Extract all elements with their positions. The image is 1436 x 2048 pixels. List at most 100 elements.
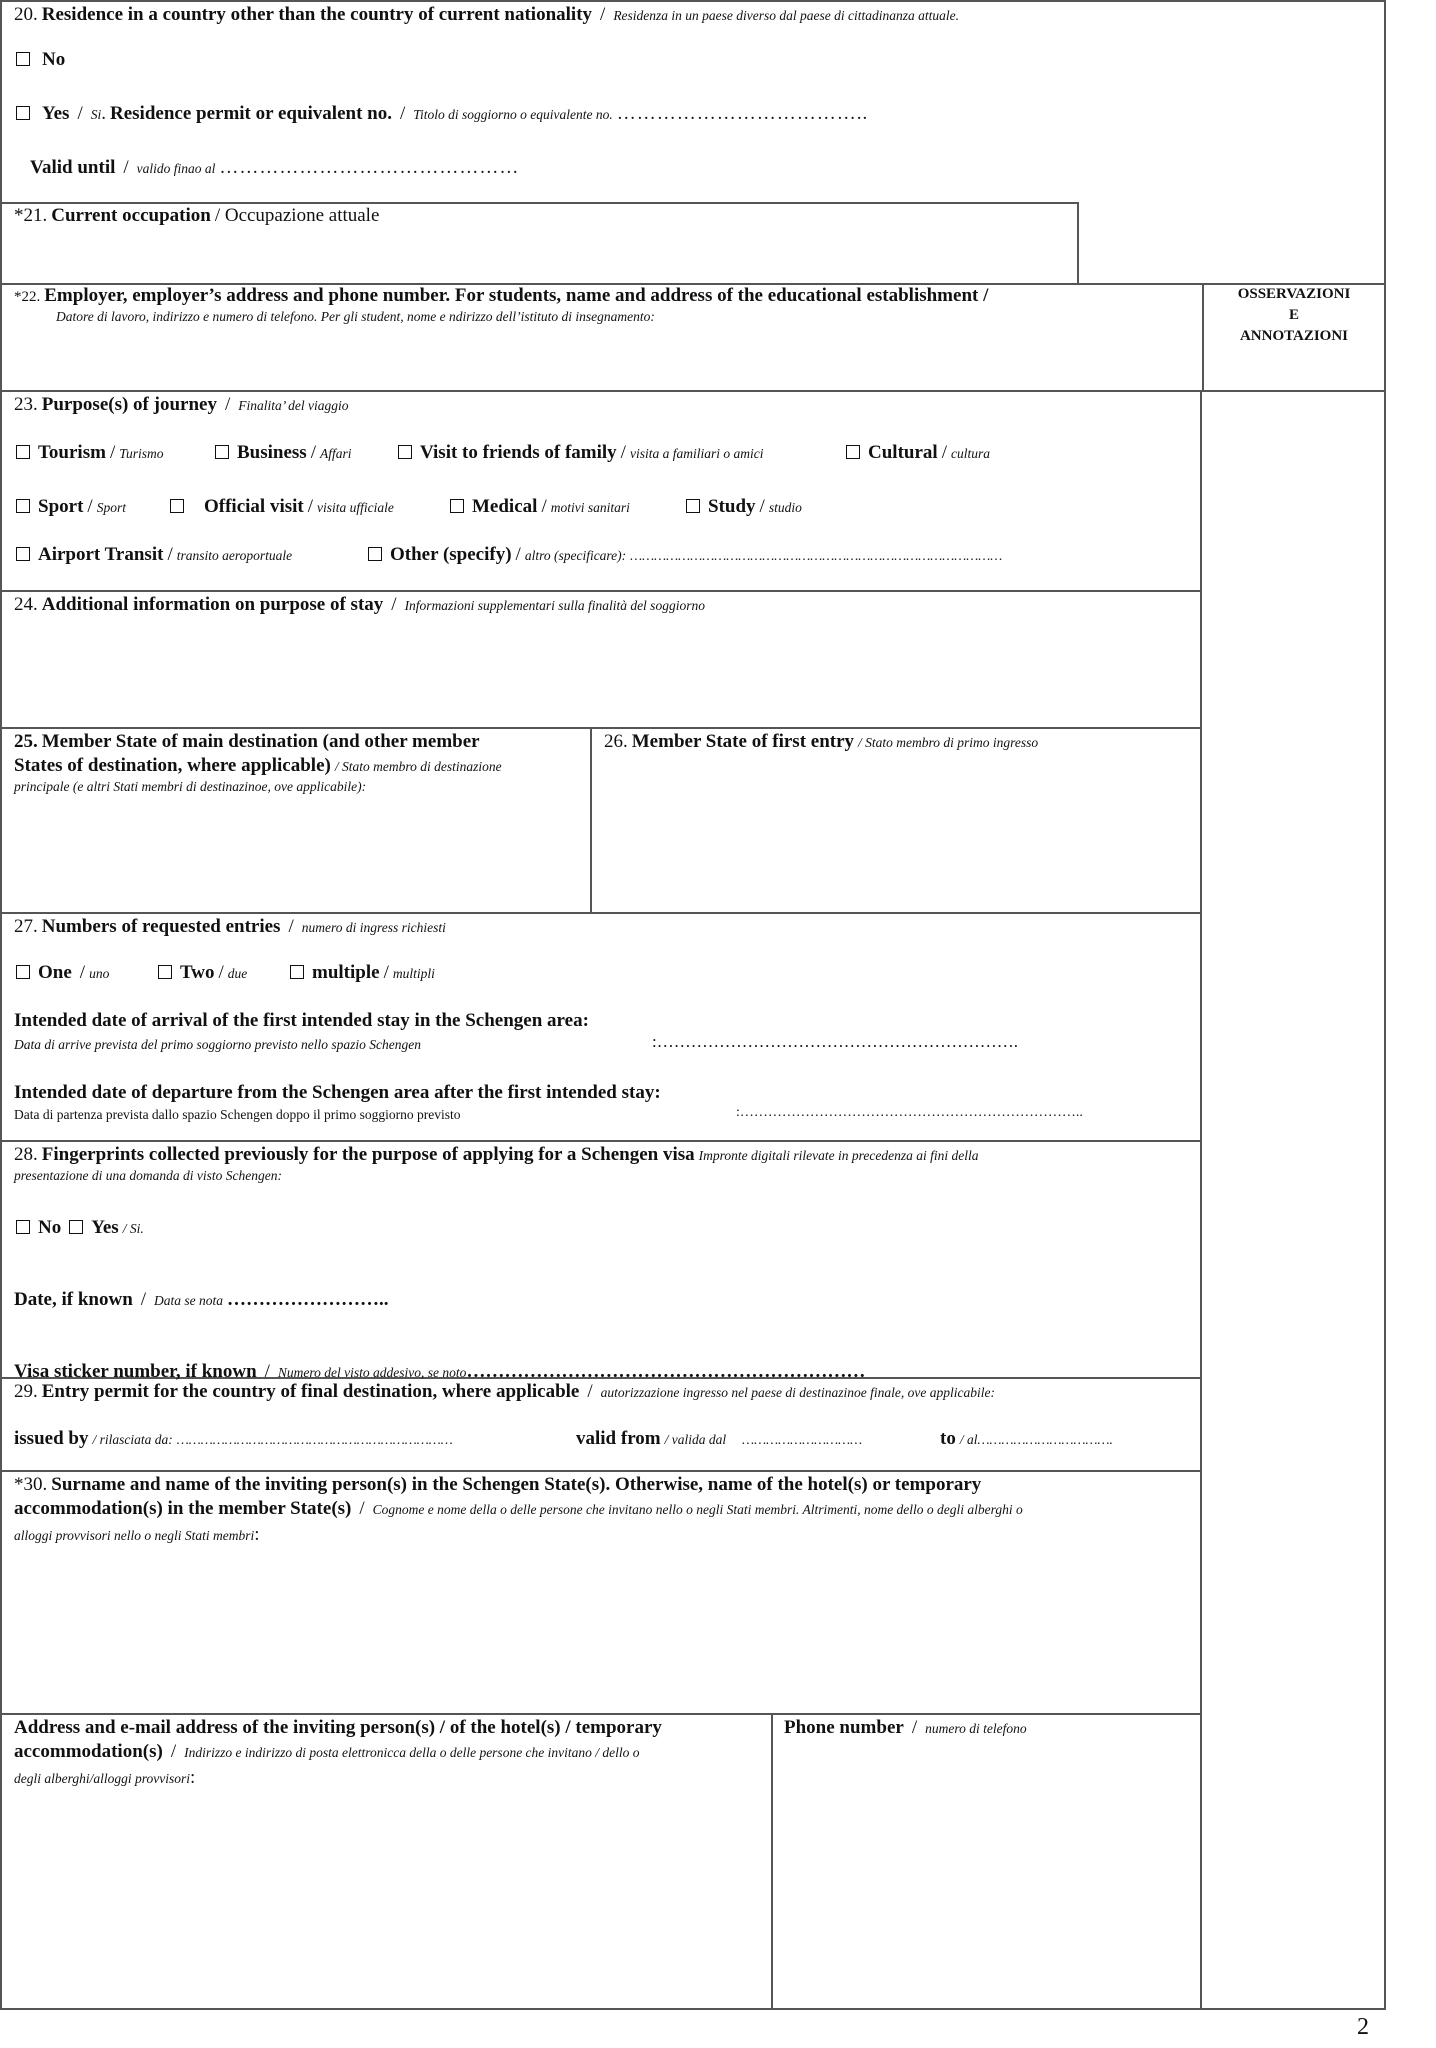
- purpose-option-sport[interactable]: Sport / Sport: [16, 496, 126, 518]
- address-heading-line-3: degli alberghi/alloggi provvisori:: [14, 1767, 195, 1789]
- section-30-heading-line-3: alloggi provvisori nello o negli Stati m…: [14, 1524, 260, 1546]
- option-label-it: visita ufficiale: [317, 500, 394, 515]
- entries-option-two[interactable]: Two / due: [158, 962, 247, 984]
- checkbox-icon[interactable]: [686, 499, 700, 513]
- fingerprints-option-yes[interactable]: Yes / Si.: [65, 1217, 144, 1238]
- fingerprints-date-field[interactable]: ……………………..: [227, 1289, 389, 1310]
- section-21-title-it: Occupazione attuale: [224, 205, 380, 226]
- phone-title-it: numero di telefono: [925, 1721, 1027, 1736]
- valid-until-field[interactable]: ………………………………………: [219, 157, 519, 178]
- section-27-number: 27.: [14, 916, 38, 937]
- section-24-number: 24.: [14, 594, 38, 615]
- departure-date-field[interactable]: :………………………………………………………………..: [736, 1105, 1083, 1121]
- separator: /: [79, 962, 86, 983]
- option-label-it: Turismo: [119, 446, 164, 461]
- main-destination-field[interactable]: [4, 800, 586, 908]
- additional-info-field[interactable]: [4, 620, 1194, 722]
- phone-field[interactable]: [776, 1745, 1196, 2005]
- purpose-option-other[interactable]: Other (specify) / altro (specificare): …………: [368, 544, 1002, 566]
- section-21-heading: *21. Current occupation / Occupazione at…: [14, 205, 379, 227]
- separator: /: [264, 1361, 270, 1382]
- other-specify-field[interactable]: …………………………………………………………………………………: [630, 548, 1002, 563]
- option-label-it: / Si.: [122, 1221, 144, 1236]
- purpose-option-airport-transit[interactable]: Airport Transit / transito aeroportuale: [16, 544, 292, 566]
- date-label: Date, if known: [14, 1289, 133, 1310]
- option-label: multiple: [312, 962, 380, 983]
- inviting-person-field[interactable]: [4, 1550, 1194, 1708]
- separator: /: [620, 442, 626, 463]
- purpose-option-business[interactable]: Business / Affari: [215, 442, 352, 464]
- checkbox-icon[interactable]: [215, 445, 229, 459]
- annotations-heading-line-3: ANNOTAZIONI: [1239, 328, 1349, 344]
- purpose-option-visit-friends-family[interactable]: Visit to friends of family / visita a fami…: [398, 442, 763, 464]
- section-30-title-line-2: accommodation(s) in the member State(s): [14, 1498, 352, 1519]
- address-heading-line-2: accommodation(s) / Indirizzo e indirizzo…: [14, 1741, 640, 1763]
- valid-to-field[interactable]: …………………………….: [977, 1432, 1112, 1447]
- visa-sticker-field[interactable]: ………………………………………………………: [466, 1361, 865, 1382]
- checkbox-icon[interactable]: [16, 1220, 30, 1234]
- current-occupation-field[interactable]: [4, 230, 1074, 280]
- purpose-option-cultural[interactable]: Cultural / cultura: [846, 442, 990, 464]
- permit-number-field[interactable]: ………………………………..: [617, 103, 869, 124]
- separator: /: [77, 103, 83, 124]
- separator: /: [109, 442, 116, 463]
- checkbox-icon[interactable]: [16, 547, 30, 561]
- checkbox-icon[interactable]: [16, 106, 30, 120]
- section-29-title-it: autorizzazione ingresso nel paese di des…: [600, 1385, 995, 1400]
- option-label-it: altro (specificare):: [524, 548, 627, 563]
- entries-option-multiple[interactable]: multiple / multipli: [290, 962, 435, 984]
- checkbox-icon[interactable]: [16, 499, 30, 513]
- employer-field[interactable]: [4, 330, 1194, 386]
- checkbox-icon[interactable]: [170, 499, 184, 513]
- section-30-heading-line-1: *30. Surname and name of the inviting pe…: [14, 1474, 981, 1496]
- checkbox-icon[interactable]: [16, 445, 30, 459]
- section-28-title: Fingerprints collected previously for th…: [41, 1144, 695, 1165]
- checkbox-icon[interactable]: [16, 52, 30, 66]
- arrival-date-field[interactable]: :……………………………………………………….: [652, 1032, 1018, 1052]
- section-30-title-it-b: alloggi provvisori nello o negli Stati m…: [14, 1528, 255, 1543]
- purpose-option-official-visit[interactable]: Official visit / visita ufficiale: [170, 496, 394, 518]
- option-label: Sport: [38, 496, 84, 517]
- purpose-option-tourism[interactable]: Tourism / Turismo: [16, 442, 164, 464]
- option-label: Tourism: [38, 442, 106, 463]
- address-title-line-1: Address and e-mail address of the inviti…: [14, 1717, 662, 1738]
- phone-title: Phone number: [784, 1717, 904, 1738]
- first-entry-field[interactable]: [594, 760, 1198, 908]
- option-label: Study: [708, 496, 756, 517]
- address-field[interactable]: [4, 1795, 766, 2005]
- departure-date-label-it: Data di partenza prevista dallo spazio S…: [14, 1107, 461, 1122]
- separator: /: [218, 962, 224, 983]
- checkbox-icon[interactable]: [368, 547, 382, 561]
- option-label-it: due: [227, 966, 248, 981]
- option-label: Yes: [42, 103, 70, 124]
- checkbox-icon[interactable]: [398, 445, 412, 459]
- section-25-title-it-b: principale (e altri Stati membri di dest…: [14, 779, 367, 794]
- section-22-number: *22.: [14, 289, 41, 305]
- checkbox-icon[interactable]: [846, 445, 860, 459]
- checkbox-icon[interactable]: [450, 499, 464, 513]
- separator: /: [123, 157, 129, 178]
- section-20-option-no[interactable]: No: [16, 49, 65, 71]
- section-27-title-it: numero di ingress richiesti: [301, 920, 446, 935]
- to-label: to: [940, 1428, 956, 1449]
- entries-option-one[interactable]: One / uno: [16, 962, 109, 984]
- issued-by-field[interactable]: ……………………………………………………………: [177, 1432, 453, 1447]
- checkbox-icon[interactable]: [69, 1220, 84, 1234]
- option-label: Two: [180, 962, 215, 983]
- section-27-title: Numbers of requested entries: [41, 916, 281, 937]
- section-20-option-yes[interactable]: Yes / Si. Residence permit or equivalent…: [16, 103, 868, 125]
- option-label-it: uno: [89, 966, 110, 981]
- fingerprints-option-no[interactable]: No: [16, 1217, 65, 1238]
- purpose-option-study[interactable]: Study / studio: [686, 496, 802, 518]
- date-label-it: Data se nota: [154, 1293, 224, 1308]
- option-label: One: [38, 962, 72, 983]
- checkbox-icon[interactable]: [16, 965, 30, 979]
- checkbox-icon[interactable]: [158, 965, 172, 979]
- valid-from-field[interactable]: …………………………: [742, 1432, 862, 1447]
- checkbox-icon[interactable]: [290, 965, 304, 979]
- purpose-option-medical[interactable]: Medical / motivi sanitari: [450, 496, 630, 518]
- address-title-line-2: accommodation(s): [14, 1741, 163, 1762]
- entry-permit-valid-from: valid from / valida dal …………………………: [576, 1428, 862, 1450]
- separator: /: [541, 496, 547, 517]
- section-28-number: 28.: [14, 1144, 38, 1165]
